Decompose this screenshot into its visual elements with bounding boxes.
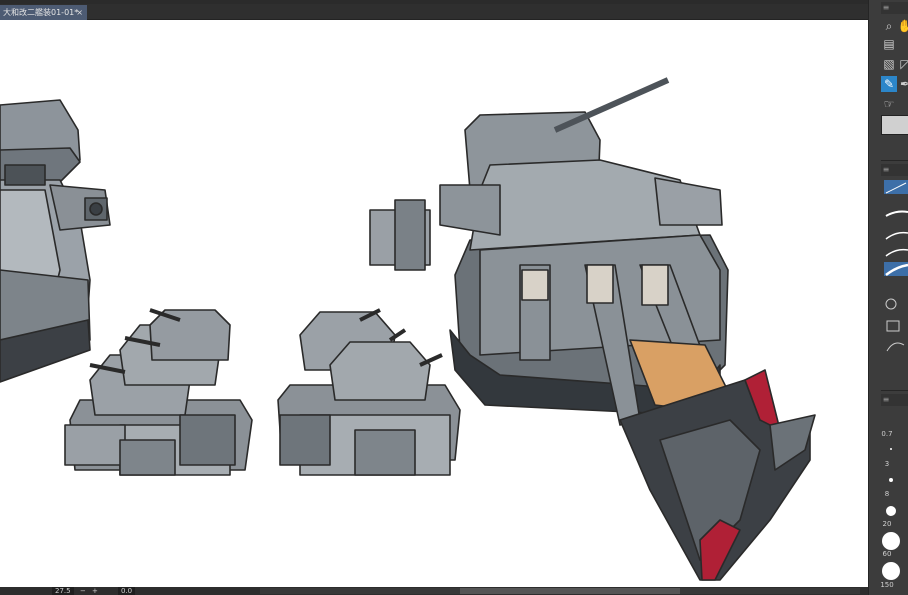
brush-size-dot[interactable] — [890, 448, 892, 450]
hand-icon[interactable]: ✋ — [897, 18, 908, 34]
secondary-turrets-right — [277, 308, 461, 476]
status-bar: 27.5 − + 0.0 — [0, 587, 868, 595]
brush-item-active[interactable] — [884, 262, 908, 276]
brush-item[interactable] — [884, 318, 908, 332]
brush-item[interactable] — [884, 338, 908, 352]
zoom-level[interactable]: 27.5 — [52, 587, 74, 595]
rotation-angle[interactable]: 0.0 — [118, 587, 136, 595]
brush-item[interactable] — [884, 228, 908, 242]
brush-size-label[interactable]: 8 — [870, 490, 904, 498]
document-tab[interactable]: 大和改二艦装01-01* × — [0, 5, 87, 20]
tool-panel-header: ≡ — [881, 2, 908, 14]
brush-panel-header: ≡ — [881, 164, 908, 176]
panel-menu-icon[interactable]: ≡ — [881, 2, 891, 14]
brush-item[interactable] — [884, 245, 908, 259]
main-turret — [369, 77, 816, 581]
artwork-illustration — [0, 77, 816, 581]
document-tab-title: 大和改二艦装01-01* — [3, 8, 79, 17]
navigator-icon[interactable]: ▤ — [881, 36, 897, 52]
brush-size-dot[interactable] — [882, 532, 900, 550]
left-turret-partial — [0, 99, 111, 383]
panel-menu-icon[interactable]: ≡ — [881, 164, 891, 176]
brush-item-selected[interactable] — [884, 180, 908, 194]
brush-item[interactable] — [884, 205, 908, 219]
zoom-out-button[interactable]: − — [80, 587, 86, 595]
panel-menu-icon[interactable]: ≡ — [881, 394, 891, 406]
brush-item[interactable] — [884, 296, 908, 310]
panel-divider — [881, 160, 908, 161]
pen-icon[interactable]: ✒ — [897, 76, 908, 92]
document-tab-bar: 大和改二艦装01-01* × — [0, 4, 868, 20]
color-swatch[interactable] — [881, 115, 908, 135]
close-icon[interactable]: × — [76, 5, 83, 20]
canvas-horizontal-scrollbar[interactable] — [260, 588, 860, 594]
eyedropper-icon[interactable]: ✎ — [881, 76, 897, 92]
drawing-canvas[interactable] — [0, 20, 868, 587]
brush-size-label[interactable]: 3 — [870, 460, 904, 468]
brush-size-header: ≡ — [881, 394, 908, 406]
gradient-icon[interactable]: ▧ — [881, 56, 897, 72]
scroll-thumb[interactable] — [460, 588, 680, 594]
move-icon[interactable]: ☞ — [881, 96, 897, 112]
brush-size-label[interactable]: 60 — [870, 550, 904, 558]
magnifier-icon[interactable]: ⌕ — [881, 18, 897, 34]
panel-divider — [881, 390, 908, 391]
brush-size-label[interactable]: 20 — [870, 520, 904, 528]
brush-size-dot[interactable] — [889, 478, 893, 482]
lasso-icon[interactable]: ◸ — [897, 56, 908, 72]
brush-size-label[interactable]: 150 — [870, 581, 904, 589]
secondary-turrets-left — [64, 308, 253, 476]
brush-size-dot[interactable] — [882, 562, 900, 580]
brush-size-label[interactable]: 0.7 — [870, 430, 904, 438]
brush-size-dot[interactable] — [886, 506, 896, 516]
zoom-in-button[interactable]: + — [92, 587, 98, 595]
